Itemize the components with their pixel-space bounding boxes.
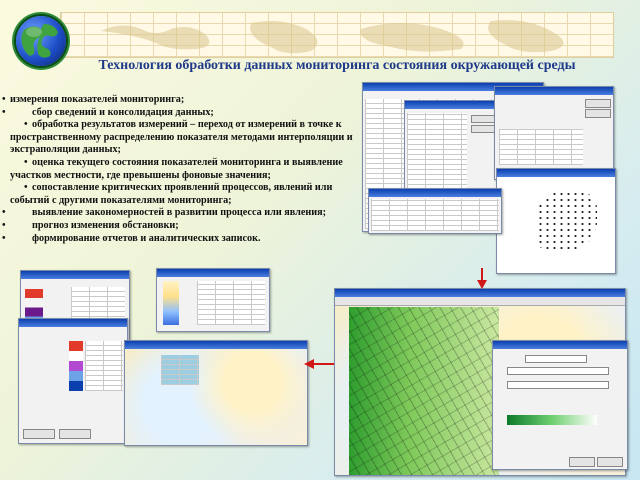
dialog-button [471, 125, 495, 133]
arrow-left-icon [304, 359, 334, 369]
surface-map [349, 307, 499, 475]
dialog-button [59, 429, 91, 439]
screenshot-point-map [496, 168, 616, 274]
dialog-button [585, 99, 611, 108]
field-list [371, 199, 499, 231]
list-item: сопоставление критических проявлений про… [2, 182, 360, 207]
color-gradient-bar [507, 415, 597, 425]
bullet-list: измерения показателей мониторинга; сбор … [2, 94, 360, 245]
list-item: выявление закономерностей в развитии про… [2, 207, 360, 220]
dialog-button [471, 115, 495, 123]
dialog-field [507, 381, 609, 389]
window-titlebar [21, 271, 129, 279]
list-item: обработка результатов измерений – перехо… [2, 119, 360, 157]
list-item: сбор сведений и консолидация данных; [2, 107, 360, 120]
list-item: прогноз изменения обстановки; [2, 220, 360, 233]
window-titlebar [125, 341, 307, 349]
dialog-button [585, 109, 611, 118]
list-item: формирование отчетов и аналитических зап… [2, 233, 360, 246]
window-titlebar [405, 101, 497, 109]
dialog-field [507, 367, 609, 375]
page-title: Технология обработки данных мониторинга … [98, 58, 576, 73]
window-titlebar [335, 289, 625, 297]
dialog-button [597, 457, 623, 467]
globe-icon [16, 16, 66, 66]
screenshot-thematic-map-dialog [156, 268, 270, 332]
window-titlebar [19, 319, 127, 327]
list-item: измерения показателей мониторинга; [2, 94, 360, 107]
world-map-sketch [101, 20, 564, 54]
point-cloud [537, 191, 597, 251]
window-titlebar [157, 269, 269, 277]
class-colors [69, 341, 83, 391]
window-titlebar [497, 169, 615, 177]
parameters-table [499, 129, 583, 165]
arrow-down-icon [477, 268, 487, 289]
dialog-button [23, 429, 55, 439]
window-titlebar [369, 189, 501, 197]
screenshot-interpolation-dialog [494, 86, 614, 180]
screenshot-class-dialog [18, 318, 128, 444]
window-titlebar [493, 341, 627, 349]
map-banner [60, 12, 614, 58]
class-values [85, 341, 123, 391]
toolbar [335, 297, 625, 306]
screenshot-field-list [368, 188, 502, 234]
dialog-button [569, 457, 595, 467]
screenshot-interpolated-map [124, 340, 308, 446]
class-table [197, 281, 265, 325]
color-scale [163, 281, 179, 325]
legend-panel [161, 355, 199, 385]
dialog-field [525, 355, 587, 363]
window-titlebar [495, 87, 613, 95]
list-item: оценка текущего состояния показателей мо… [2, 157, 360, 182]
screenshot-create-matrix-dialog [492, 340, 628, 470]
